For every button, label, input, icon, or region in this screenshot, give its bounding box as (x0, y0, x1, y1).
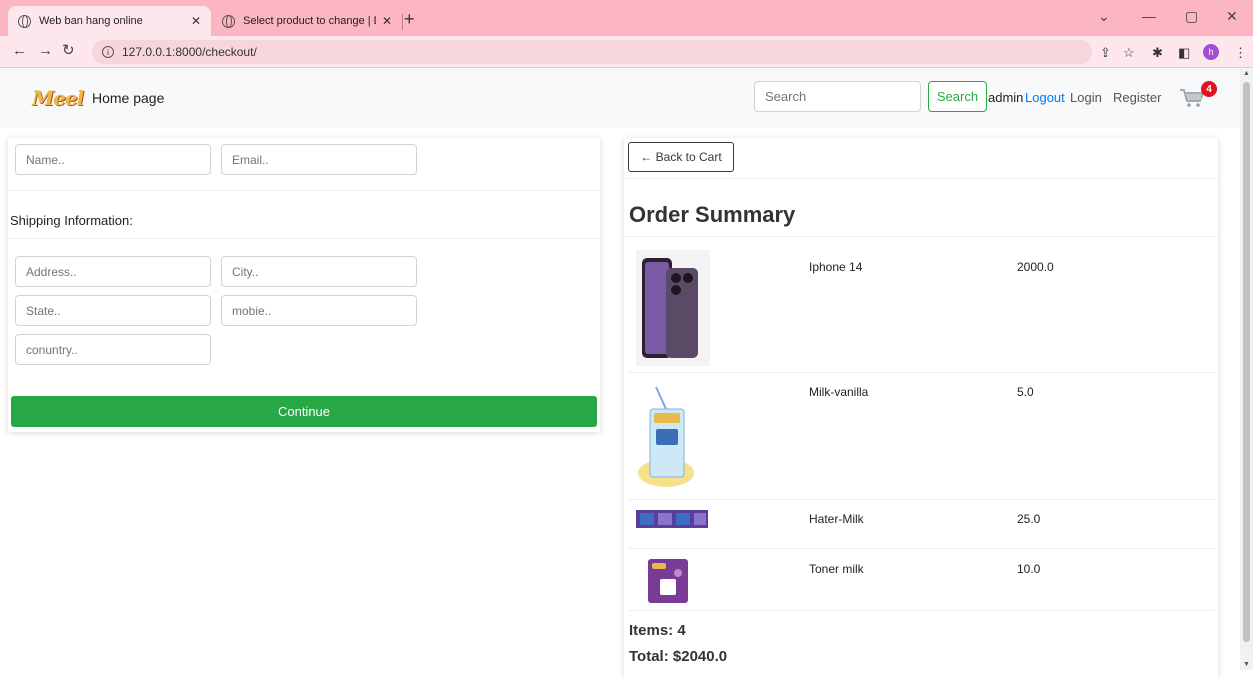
browser-tab-inactive[interactable]: Select product to change | Djang ✕ (212, 6, 402, 36)
divider (8, 238, 600, 239)
item-price: 5.0 (1017, 385, 1034, 399)
item-price: 10.0 (1017, 562, 1041, 576)
browser-menu-icon[interactable]: ⋮ (1234, 45, 1247, 61)
email-field[interactable] (221, 144, 417, 175)
item-name: Toner milk (809, 562, 864, 576)
address-bar: ← → ↻ i 127.0.0.1:8000/checkout/ ⇪ ☆ ✱ ◧… (0, 36, 1253, 68)
city-field[interactable] (221, 256, 417, 287)
site-navbar: Meel Home page Search admin Logout Login… (0, 68, 1240, 128)
page-content: Meel Home page Search admin Logout Login… (0, 68, 1240, 678)
forward-arrow-icon[interactable]: → (38, 43, 53, 59)
address-field[interactable] (15, 256, 211, 287)
new-tab-icon[interactable]: + (404, 10, 415, 28)
search-button[interactable]: Search (928, 81, 987, 112)
shipping-heading: Shipping Information: (10, 213, 133, 228)
order-item-row: Milk-vanilla 5.0 (628, 372, 1214, 499)
url-field[interactable]: i 127.0.0.1:8000/checkout/ (92, 40, 1092, 64)
order-total: Total: $2040.0 (629, 648, 728, 665)
bookmark-star-icon[interactable]: ☆ (1123, 45, 1135, 61)
order-item-row: Iphone 14 2000.0 (628, 250, 1214, 372)
divider (624, 178, 1218, 179)
mobile-field[interactable] (221, 295, 417, 326)
profile-avatar[interactable]: h (1203, 44, 1219, 60)
site-logo[interactable]: Meel (32, 86, 84, 110)
item-price: 2000.0 (1017, 260, 1054, 274)
globe-icon (18, 14, 31, 28)
checkout-form-card: Shipping Information: Continue (8, 138, 600, 432)
extensions-icon[interactable]: ✱ (1152, 45, 1163, 61)
item-name: Hater-Milk (809, 512, 864, 526)
browser-tab-active[interactable]: Web ban hang online ✕ (8, 6, 211, 36)
search-input[interactable] (754, 81, 921, 112)
item-name: Milk-vanilla (809, 385, 869, 399)
state-field[interactable] (15, 295, 211, 326)
cart-count-badge: 4 (1201, 81, 1217, 97)
name-field[interactable] (15, 144, 211, 175)
back-to-cart-button[interactable]: ← Back to Cart (628, 142, 734, 172)
home-page-link[interactable]: Home page (92, 90, 164, 106)
maximize-icon[interactable]: ▢ (1185, 8, 1198, 25)
close-window-icon[interactable]: ✕ (1226, 8, 1238, 25)
side-panel-icon[interactable]: ◧ (1178, 45, 1190, 61)
minimize-icon[interactable]: — (1142, 8, 1156, 24)
logout-link[interactable]: Logout (1025, 90, 1065, 105)
back-arrow-icon[interactable]: ← (12, 43, 27, 59)
order-summary-card: ← Back to Cart Order Summary Iphone 14 2… (624, 138, 1218, 678)
tab-close-icon[interactable]: ✕ (382, 14, 392, 28)
country-field[interactable] (15, 334, 211, 365)
page-scrollbar[interactable]: ▲ ▼ (1240, 68, 1253, 670)
url-text: 127.0.0.1:8000/checkout/ (122, 45, 257, 59)
globe-icon (222, 14, 235, 28)
order-summary-title: Order Summary (629, 202, 796, 227)
scroll-up-icon[interactable]: ▲ (1243, 70, 1250, 77)
tab-separator (402, 14, 403, 30)
tab-title: Select product to change | Djang (243, 15, 376, 27)
milk-vanilla-product-image (638, 386, 694, 487)
order-item-row: Hater-Milk 25.0 (628, 499, 1214, 548)
divider (624, 236, 1218, 237)
toner-milk-product-image (648, 559, 688, 603)
info-icon[interactable]: i (102, 46, 114, 58)
divider (8, 190, 600, 191)
divider (628, 610, 1214, 611)
login-link[interactable]: Login (1070, 90, 1102, 105)
item-price: 25.0 (1017, 512, 1041, 526)
continue-button[interactable]: Continue (11, 396, 597, 427)
order-item-row: Toner milk 10.0 (628, 548, 1214, 610)
hater-milk-product-image (636, 510, 708, 528)
reload-icon[interactable]: ↻ (62, 43, 75, 59)
iphone-product-image (636, 250, 710, 366)
share-icon[interactable]: ⇪ (1100, 45, 1111, 61)
tab-title: Web ban hang online (39, 15, 143, 27)
scrollbar-thumb[interactable] (1243, 82, 1250, 642)
tab-close-icon[interactable]: ✕ (191, 14, 201, 28)
browser-tab-strip: Web ban hang online ✕ Select product to … (0, 0, 1253, 36)
item-name: Iphone 14 (809, 260, 863, 274)
scroll-down-icon[interactable]: ▼ (1243, 661, 1250, 668)
items-count: Items: 4 (629, 622, 686, 639)
username-label: admin (988, 90, 1024, 105)
register-link[interactable]: Register (1113, 90, 1161, 105)
tab-search-icon[interactable]: ⌄ (1098, 8, 1110, 25)
